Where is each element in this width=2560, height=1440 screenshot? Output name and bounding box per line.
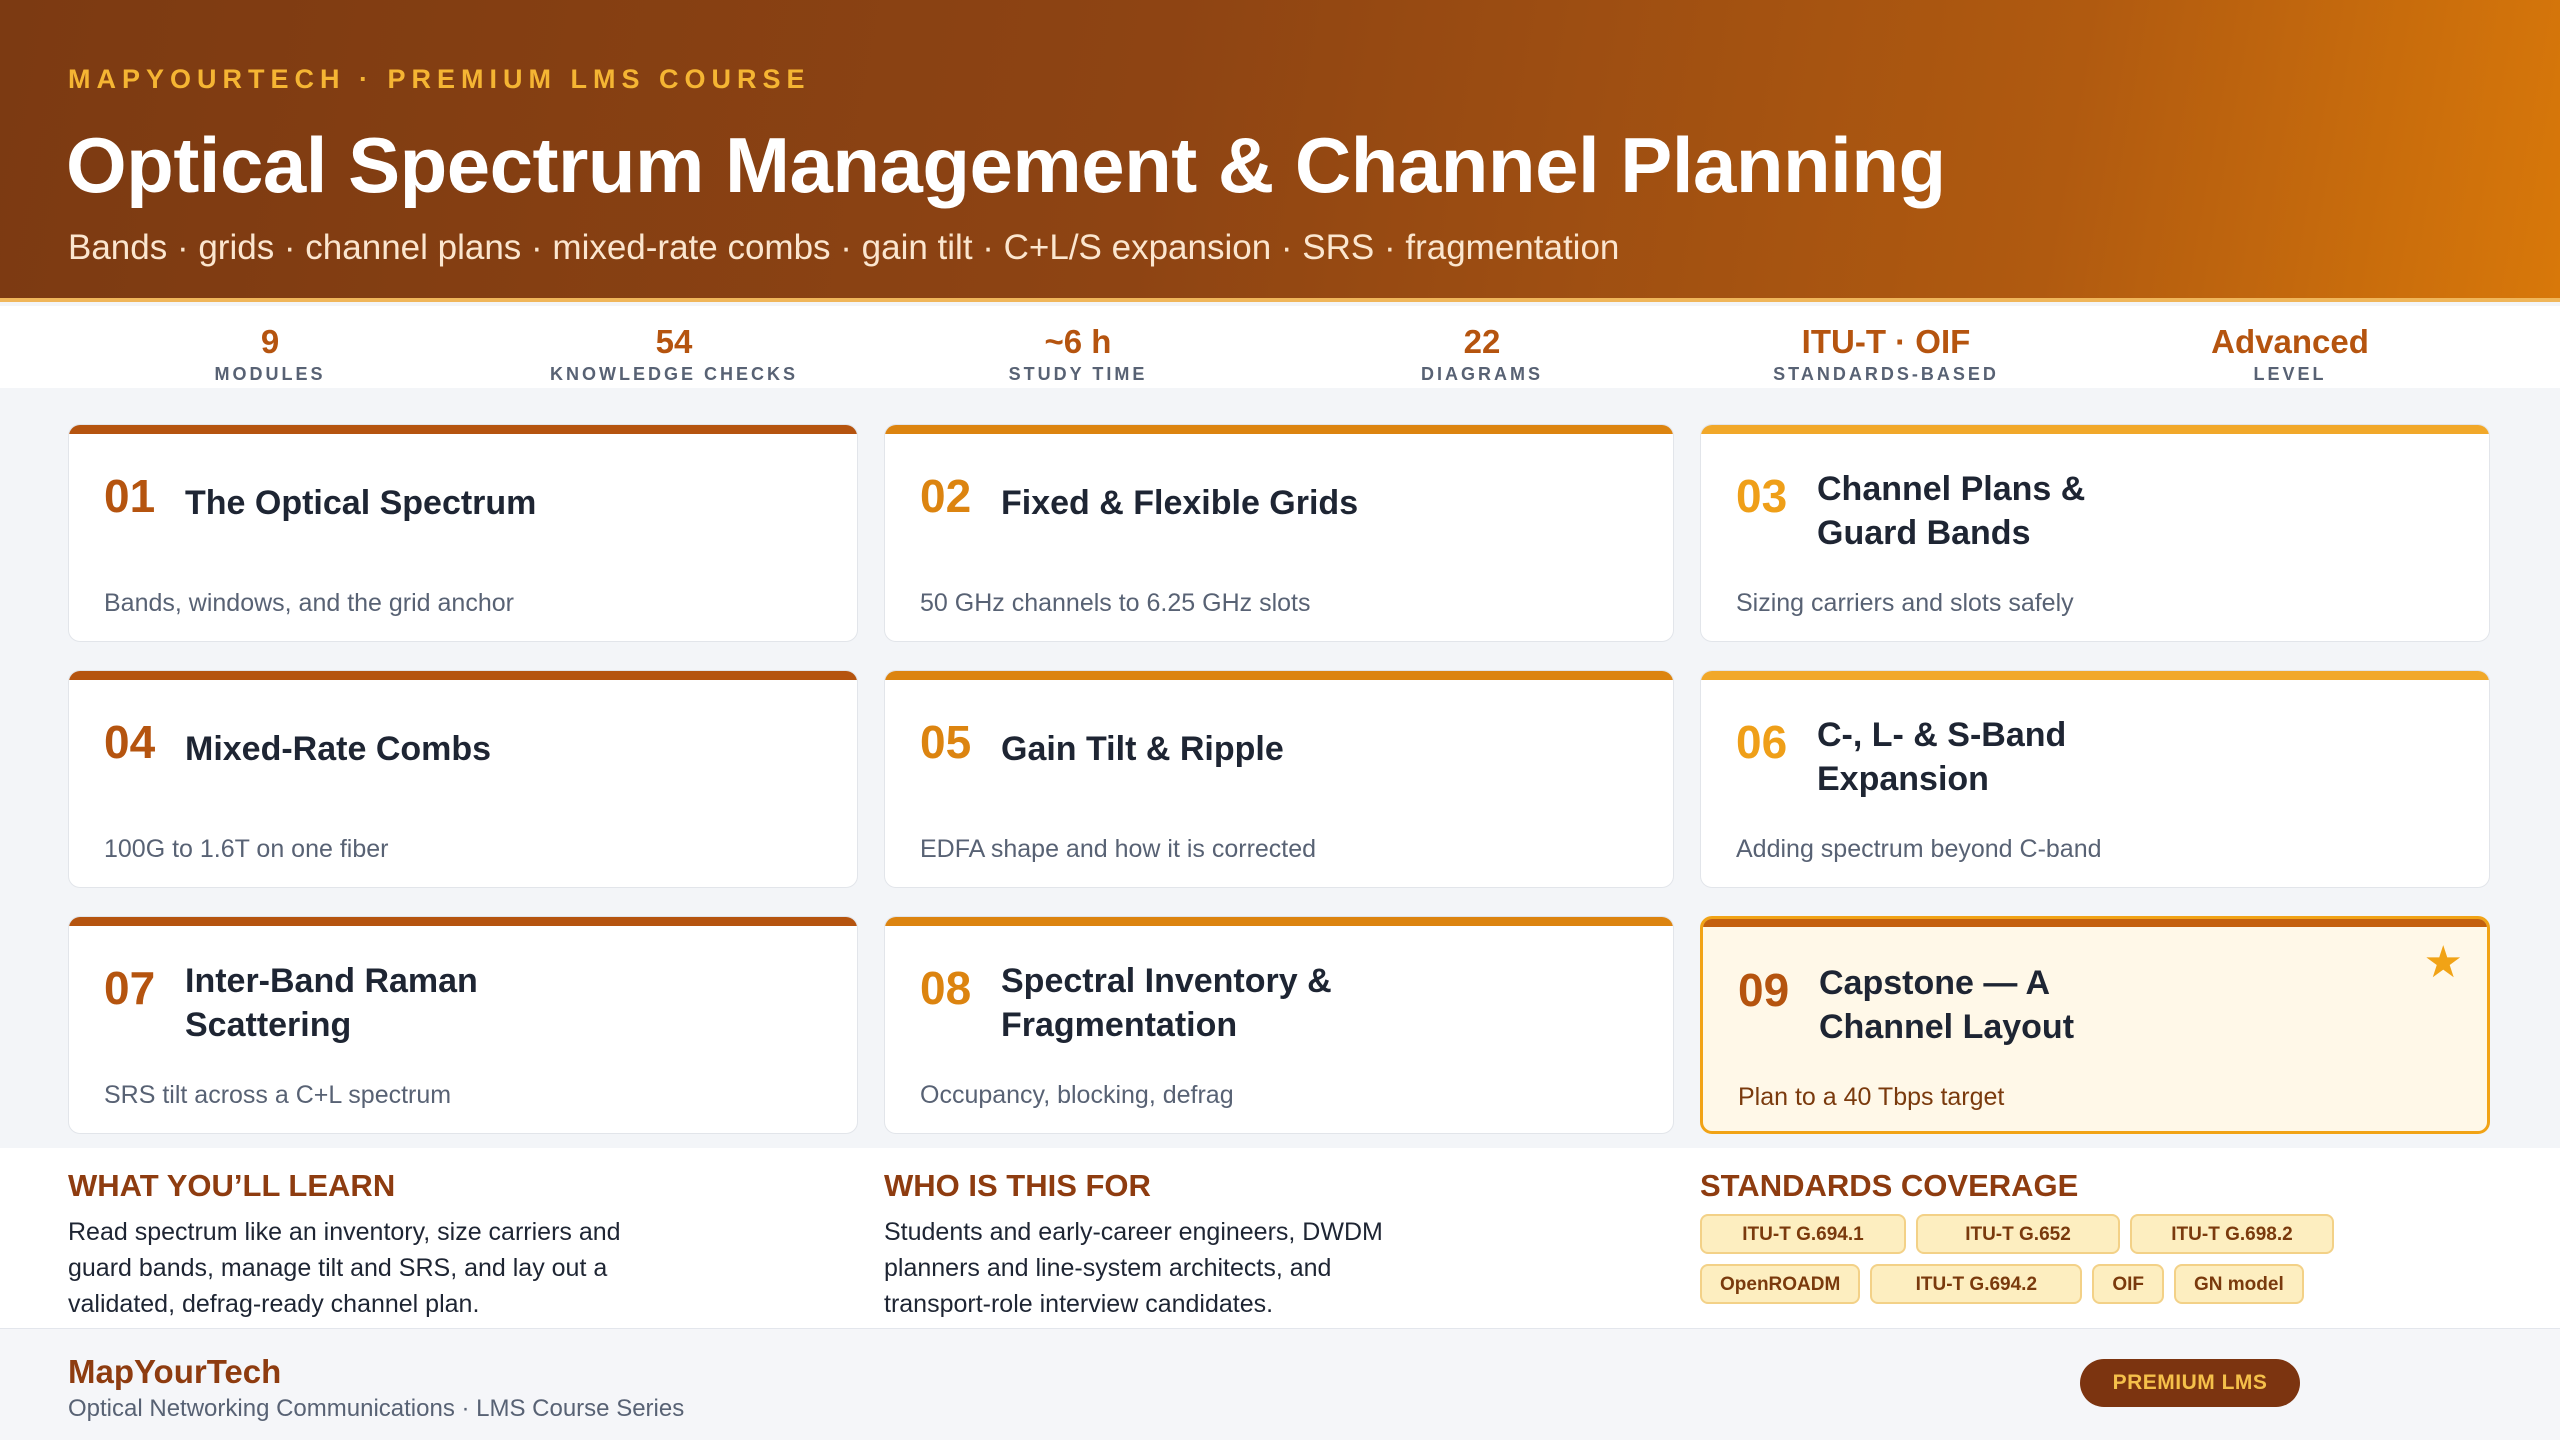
module-title: Capstone — A Channel Layout — [1819, 964, 2075, 1046]
stat-value: ~6 h — [1044, 323, 1112, 360]
stat-value: ITU-T · OIF — [1801, 323, 1971, 360]
footer: MapYourTech Optical Networking Communica… — [0, 1328, 2560, 1440]
stat-label: KNOWLEDGE CHECKS — [549, 364, 798, 385]
card-accent-bar — [885, 671, 1673, 680]
module-description: SRS tilt across a C+L spectrum — [104, 1081, 452, 1109]
standard-tag: OIF — [2092, 1264, 2164, 1304]
module-number: 07 — [104, 962, 156, 1014]
module-card-08[interactable]: 08 Spectral Inventory & Fragmentation Oc… — [884, 916, 1674, 1134]
standard-tag: ITU-T G.694.1 — [1700, 1214, 1906, 1254]
module-title: Inter-Band Raman Scattering — [185, 962, 478, 1044]
stat-knowledge-checks: 54 KNOWLEDGE CHECKS — [472, 306, 876, 388]
module-grid: 01 The Optical Spectrum Bands, windows, … — [68, 424, 2490, 1136]
card-accent-bar — [885, 917, 1673, 926]
standard-tag: ITU-T G.694.2 — [1870, 1264, 2083, 1304]
section-heading: WHO IS THIS FOR — [884, 1168, 1151, 1203]
who-is-this-for: WHO IS THIS FOR Students and early-caree… — [884, 1168, 1404, 1322]
card-accent-bar — [885, 425, 1673, 434]
module-card-09-capstone[interactable]: 09 Capstone — A Channel Layout Plan to a… — [1700, 916, 2490, 1134]
section-text: Read spectrum like an inventory, size ca… — [68, 1218, 621, 1318]
stat-value: 9 — [260, 323, 280, 360]
stat-diagrams: 22 DIAGRAMS — [1280, 306, 1684, 388]
module-number: 09 — [1738, 964, 1790, 1016]
stat-label: DIAGRAMS — [1421, 364, 1543, 385]
stat-value: 54 — [655, 323, 693, 360]
module-number: 01 — [104, 470, 156, 522]
standard-tag: GN model — [2174, 1264, 2304, 1304]
card-accent-bar — [1703, 919, 2487, 927]
module-title: Gain Tilt & Ripple — [1001, 730, 1284, 768]
module-number: 08 — [920, 962, 972, 1014]
module-title: Fixed & Flexible Grids — [1001, 484, 1359, 522]
brand-name: MapYourTech — [68, 1353, 282, 1390]
course-kicker: MAPYOURTECH · PREMIUM LMS COURSE — [68, 64, 811, 94]
section-heading: STANDARDS COVERAGE — [1700, 1168, 2079, 1203]
standard-tag: ITU-T G.698.2 — [2130, 1214, 2334, 1254]
series-label: Optical Networking Communications · LMS … — [68, 1395, 685, 1422]
star-icon: ★ — [2423, 938, 2463, 987]
module-description: Bands, windows, and the grid anchor — [104, 589, 514, 617]
card-accent-bar — [69, 425, 857, 434]
stat-label: STANDARDS-BASED — [1773, 364, 1999, 385]
standard-tag: ITU-T G.652 — [1916, 1214, 2120, 1254]
module-description: 100G to 1.6T on one fiber — [104, 835, 389, 863]
stat-standards: ITU-T · OIF STANDARDS-BASED — [1684, 306, 2088, 388]
stat-modules: 9 MODULES — [68, 306, 472, 388]
module-title: Channel Plans & Guard Bands — [1817, 470, 2086, 552]
module-title: C-, L- & S-Band Expansion — [1817, 716, 2067, 798]
stat-label: LEVEL — [2253, 364, 2327, 385]
module-card-03[interactable]: 03 Channel Plans & Guard Bands Sizing ca… — [1700, 424, 2490, 642]
standards-coverage: STANDARDS COVERAGE ITU-T G.694.1 ITU-T G… — [1700, 1168, 2340, 1304]
module-title: Mixed-Rate Combs — [185, 730, 492, 768]
module-card-01[interactable]: 01 The Optical Spectrum Bands, windows, … — [68, 424, 858, 642]
course-info-section: WHAT YOU’LL LEARN Read spectrum like an … — [0, 1148, 2560, 1328]
what-youll-learn: WHAT YOU’LL LEARN Read spectrum like an … — [68, 1168, 628, 1322]
module-number: 05 — [920, 716, 972, 768]
module-card-06[interactable]: 06 C-, L- & S-Band Expansion Adding spec… — [1700, 670, 2490, 888]
card-accent-bar — [69, 671, 857, 680]
module-number: 02 — [920, 470, 972, 522]
stat-level: Advanced LEVEL — [2088, 306, 2492, 388]
module-number: 06 — [1736, 716, 1788, 768]
module-number: 03 — [1736, 470, 1788, 522]
page-title: Optical Spectrum Management & Channel Pl… — [66, 121, 1946, 209]
stat-value: Advanced — [2211, 323, 2369, 360]
premium-lms-badge: PREMIUM LMS — [2080, 1359, 2300, 1407]
standard-tag: OpenROADM — [1700, 1264, 1861, 1304]
course-header: MAPYOURTECH · PREMIUM LMS COURSE Optical… — [0, 0, 2560, 302]
module-description: Occupancy, blocking, defrag — [920, 1081, 1234, 1109]
module-description: Adding spectrum beyond C-band — [1736, 835, 2102, 863]
module-description: 50 GHz channels to 6.25 GHz slots — [920, 589, 1311, 617]
stat-value: 22 — [1463, 323, 1501, 360]
card-accent-bar — [1701, 425, 2489, 434]
module-card-05[interactable]: 05 Gain Tilt & Ripple EDFA shape and how… — [884, 670, 1674, 888]
module-card-04[interactable]: 04 Mixed-Rate Combs 100G to 1.6T on one … — [68, 670, 858, 888]
section-heading: WHAT YOU’LL LEARN — [68, 1168, 396, 1203]
module-number: 04 — [104, 716, 156, 768]
module-card-07[interactable]: 07 Inter-Band Raman Scattering SRS tilt … — [68, 916, 858, 1134]
stat-study-time: ~6 h STUDY TIME — [876, 306, 1280, 388]
standards-tag-list: ITU-T G.694.1 ITU-T G.652 ITU-T G.698.2 … — [1700, 1214, 2340, 1304]
module-title: Spectral Inventory & Fragmentation — [1001, 962, 1332, 1044]
stats-bar: 9 MODULES 54 KNOWLEDGE CHECKS ~6 h STUDY… — [0, 306, 2560, 388]
module-title: The Optical Spectrum — [185, 484, 537, 522]
module-description: Plan to a 40 Tbps target — [1738, 1083, 2005, 1111]
card-accent-bar — [69, 917, 857, 926]
module-card-02[interactable]: 02 Fixed & Flexible Grids 50 GHz channel… — [884, 424, 1674, 642]
course-subtitle: Bands · grids · channel plans · mixed-ra… — [68, 228, 1620, 267]
module-description: EDFA shape and how it is corrected — [920, 835, 1317, 863]
section-text: Students and early-career engineers, DWD… — [884, 1218, 1383, 1318]
stat-label: STUDY TIME — [1008, 364, 1148, 385]
module-description: Sizing carriers and slots safely — [1736, 589, 2074, 617]
stat-label: MODULES — [214, 364, 326, 385]
card-accent-bar — [1701, 671, 2489, 680]
